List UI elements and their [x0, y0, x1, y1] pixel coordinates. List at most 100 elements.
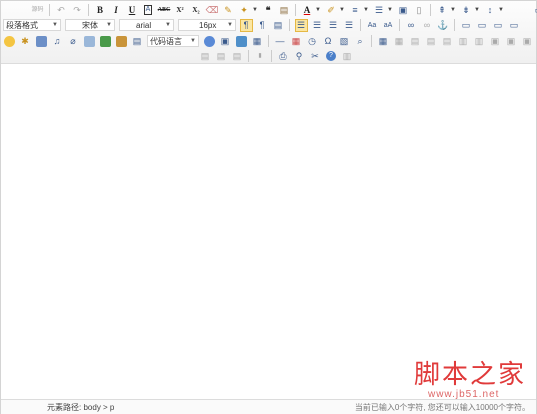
special-chars-button[interactable]: Ω	[322, 35, 335, 48]
scrawl-button[interactable]: ✱	[19, 35, 32, 48]
fullscreen-button[interactable]: ▭	[533, 4, 537, 17]
chart-button[interactable]: ▮	[254, 50, 267, 63]
emotion-button[interactable]	[3, 35, 16, 48]
source-code-button[interactable]: 源码	[31, 4, 45, 17]
split-to-cells-button[interactable]: ▤	[199, 50, 212, 63]
font-size-value: 16px	[199, 20, 217, 30]
separator	[268, 35, 269, 47]
font-size-select[interactable]: 16px ▼	[178, 19, 236, 31]
font-border-button[interactable]: A	[142, 4, 155, 17]
help-icon: ?	[326, 51, 336, 61]
map-button[interactable]	[83, 35, 96, 48]
anchor-button[interactable]: ⚓	[437, 19, 450, 32]
image-left-button[interactable]: ▭	[476, 19, 489, 32]
insert-row-button[interactable]: ▤	[425, 35, 438, 48]
paragraph-format-value: 段落格式	[6, 20, 38, 30]
editor-content-area[interactable]	[1, 64, 536, 399]
insert-table-button[interactable]: ▦	[377, 35, 390, 48]
background-color-button[interactable]: ✐	[325, 4, 338, 17]
line-height-button[interactable]: ↕	[484, 4, 497, 17]
time-button[interactable]: ◷	[306, 35, 319, 48]
ordered-list-button[interactable]: ≡	[349, 4, 362, 17]
insert-paragraph-before-table-button[interactable]: ▤	[409, 35, 422, 48]
attachment-button[interactable]: ⌀	[67, 35, 80, 48]
unordered-list-button[interactable]: ☰	[373, 4, 386, 17]
date-button[interactable]: ▦	[290, 35, 303, 48]
help-button[interactable]: ?	[325, 50, 338, 63]
undo-button[interactable]: ↶	[55, 4, 68, 17]
image-none-button[interactable]: ▭	[460, 19, 473, 32]
lowercase-button[interactable]: aA	[382, 19, 395, 32]
ltr-button[interactable]: ¶	[239, 18, 253, 32]
subscript-button[interactable]: X₂	[190, 4, 203, 17]
merge-down-button[interactable]: ▣	[521, 35, 534, 48]
page-break-button[interactable]	[203, 35, 216, 48]
split-to-rows-button[interactable]: ▤	[215, 50, 228, 63]
delete-row-button[interactable]: ▤	[441, 35, 454, 48]
strikethrough-button[interactable]: ABC	[158, 4, 171, 17]
word-count-button[interactable]: ▥	[341, 50, 354, 63]
background-color-dropdown[interactable]: ▼	[339, 7, 345, 13]
unlink-button[interactable]: ∞	[421, 19, 434, 32]
link-button[interactable]: ∞	[405, 19, 418, 32]
insert-col-button[interactable]: ▥	[457, 35, 470, 48]
merge-cells-button[interactable]: ▣	[489, 35, 502, 48]
font-family-select[interactable]: arial ▼	[119, 19, 174, 31]
align-right-button[interactable]: ☰	[327, 19, 340, 32]
row-spacing-top-button[interactable]: ⇞	[436, 4, 449, 17]
uppercase-button[interactable]: Aa	[366, 19, 379, 32]
insert-video-button[interactable]	[35, 35, 48, 48]
delete-table-button[interactable]: ▦	[393, 35, 406, 48]
ordered-list-dropdown[interactable]: ▼	[363, 7, 369, 13]
align-left-button[interactable]: ☰	[294, 18, 308, 32]
clear-doc-button[interactable]: ▯	[413, 4, 426, 17]
remove-format-button[interactable]: ⌫	[206, 4, 219, 17]
line-height-dropdown[interactable]: ▼	[498, 7, 504, 13]
font-color-dropdown[interactable]: ▼	[315, 7, 321, 13]
italic-button[interactable]: I	[110, 4, 123, 17]
print-button[interactable]: ⎙	[277, 50, 290, 63]
auto-typeset-dropdown[interactable]: ▼	[252, 7, 258, 13]
row-spacing-top-dropdown[interactable]: ▼	[450, 7, 456, 13]
align-justify-button[interactable]: ☰	[343, 19, 356, 32]
font-color-button[interactable]: A	[301, 4, 314, 17]
paragraph-format-select[interactable]: 段落格式 ▼	[3, 19, 61, 31]
element-path-value[interactable]: body > p	[83, 403, 114, 412]
bold-button[interactable]: B	[94, 4, 107, 17]
preview-button[interactable]: ⚲	[293, 50, 306, 63]
underline-button[interactable]: U	[126, 4, 139, 17]
code-language-select[interactable]: 代码语言 ▼	[147, 35, 199, 47]
rtl-button[interactable]: ¶	[256, 19, 269, 32]
superscript-button[interactable]: X²	[174, 4, 187, 17]
blockquote-button[interactable]: ❝	[262, 4, 275, 17]
select-all-button[interactable]: ▣	[397, 4, 410, 17]
wordimage-button[interactable]: ▦	[251, 35, 264, 48]
redo-button[interactable]: ↷	[71, 4, 84, 17]
auto-typeset-button[interactable]: ✦	[238, 4, 251, 17]
split-to-cols-button[interactable]: ▤	[231, 50, 244, 63]
template-button[interactable]: ▣	[219, 35, 232, 48]
image-center-button[interactable]: ▭	[508, 19, 521, 32]
indent-button[interactable]: ▤	[272, 19, 285, 32]
unordered-list-dropdown[interactable]: ▼	[387, 7, 393, 13]
anchor-icon: ⚓	[437, 19, 449, 30]
search-replace-button[interactable]: ⌕	[354, 35, 367, 48]
element-path-label: 元素路径:	[47, 403, 82, 412]
insert-code-button[interactable]: ▤	[131, 35, 144, 48]
paste-plain-button[interactable]: ▤	[278, 4, 291, 17]
insert-frame-button[interactable]	[115, 35, 128, 48]
gmap-button[interactable]	[99, 35, 112, 48]
merge-right-button[interactable]: ▣	[505, 35, 518, 48]
align-center-button[interactable]: ☰	[311, 19, 324, 32]
font-family-cn-select[interactable]: 宋体 ▼	[65, 19, 115, 31]
row-spacing-bottom-dropdown[interactable]: ▼	[474, 7, 480, 13]
drafts-button[interactable]: ✂	[309, 50, 322, 63]
image-right-button[interactable]: ▭	[492, 19, 505, 32]
music-button[interactable]: ♫	[51, 35, 64, 48]
snapscreen-button[interactable]: ▧	[338, 35, 351, 48]
horizontal-rule-button[interactable]: —	[274, 35, 287, 48]
delete-col-button[interactable]: ▥	[473, 35, 486, 48]
background-button[interactable]	[235, 35, 248, 48]
format-painter-button[interactable]: ✎	[222, 4, 235, 17]
row-spacing-bottom-button[interactable]: ⇟	[460, 4, 473, 17]
